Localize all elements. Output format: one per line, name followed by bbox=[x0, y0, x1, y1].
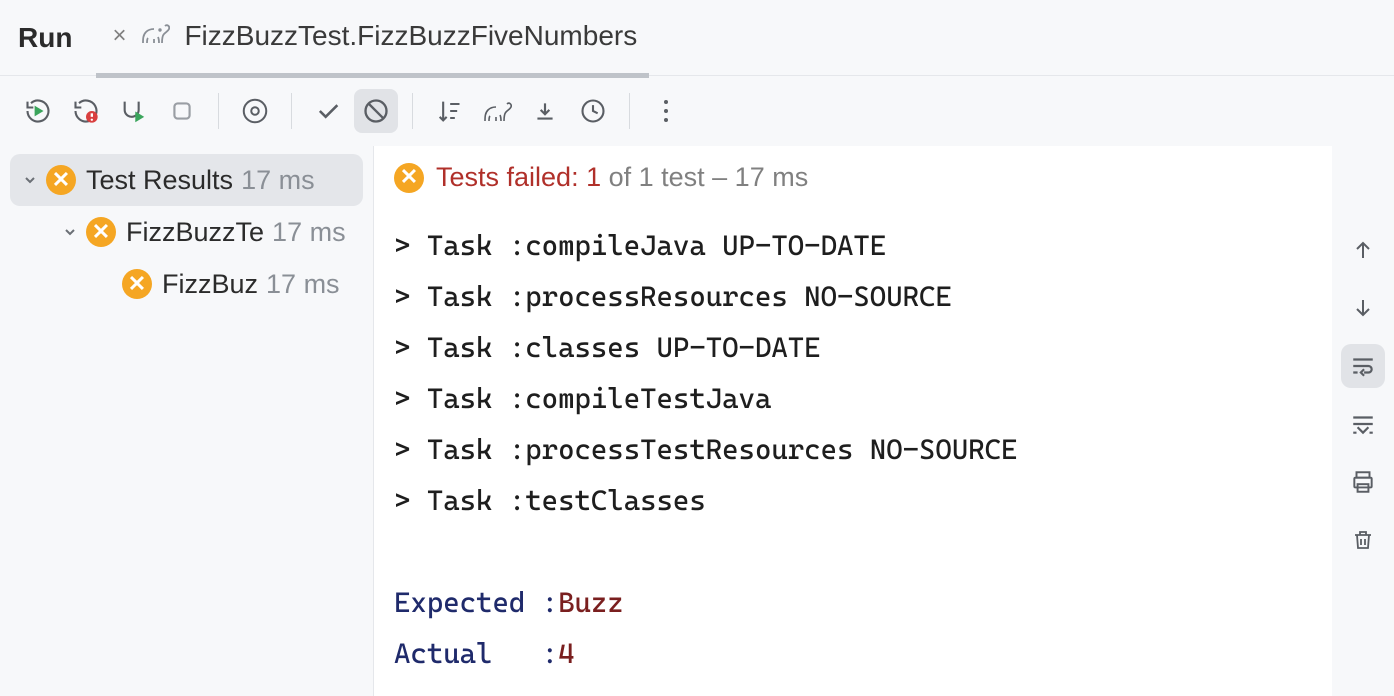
tree-root-node[interactable]: ✕ Test Results 17 ms bbox=[10, 154, 363, 206]
fail-status-icon: ✕ bbox=[46, 165, 76, 195]
test-status-line: ✕ Tests failed: 1 of 1 test – 17 ms bbox=[394, 160, 1312, 195]
tree-node-time: 17 ms bbox=[272, 217, 346, 248]
more-options-button[interactable] bbox=[644, 89, 688, 133]
main-area: ✕ Test Results 17 ms ✕ FizzBuzzTe 17 ms … bbox=[0, 146, 1394, 696]
fail-status-icon: ✕ bbox=[86, 217, 116, 247]
console-gutter bbox=[1332, 146, 1394, 696]
separator bbox=[291, 93, 292, 129]
show-ignored-tests-button[interactable] bbox=[354, 89, 398, 133]
console-line: > Task :classes UP-TO-DATE bbox=[394, 323, 1312, 374]
sort-button[interactable] bbox=[427, 89, 471, 133]
history-button[interactable] bbox=[571, 89, 615, 133]
soft-wrap-button[interactable] bbox=[1341, 344, 1385, 388]
show-passed-tests-button[interactable] bbox=[306, 89, 350, 133]
test-tree: ✕ Test Results 17 ms ✕ FizzBuzzTe 17 ms … bbox=[0, 146, 374, 696]
status-failed-text: Tests failed: 1 bbox=[436, 162, 601, 192]
scroll-to-end-button[interactable] bbox=[1341, 402, 1385, 446]
output-area: ✕ Tests failed: 1 of 1 test – 17 ms > Ta… bbox=[374, 146, 1394, 696]
gradle-settings-button[interactable] bbox=[475, 89, 519, 133]
chevron-down-icon[interactable] bbox=[56, 224, 84, 240]
separator bbox=[412, 93, 413, 129]
console-output[interactable]: ✕ Tests failed: 1 of 1 test – 17 ms > Ta… bbox=[374, 146, 1332, 696]
status-summary-text: of 1 test – 17 ms bbox=[601, 162, 808, 192]
console-line: > Task :processResources NO-SOURCE bbox=[394, 272, 1312, 323]
import-results-button[interactable] bbox=[523, 89, 567, 133]
fail-status-icon: ✕ bbox=[394, 163, 424, 193]
console-line: > Task :compileJava UP-TO-DATE bbox=[394, 221, 1312, 272]
actual-line: Actual :4 bbox=[394, 629, 1312, 680]
tree-method-node[interactable]: ✕ FizzBuz 17 ms bbox=[0, 258, 373, 310]
up-arrow-icon[interactable] bbox=[1341, 228, 1385, 272]
tree-node-label: Test Results bbox=[86, 165, 233, 196]
console-blank-line bbox=[394, 527, 1312, 578]
clear-output-button[interactable] bbox=[1341, 518, 1385, 562]
chevron-down-icon[interactable] bbox=[16, 172, 44, 188]
show-passed-button[interactable] bbox=[233, 89, 277, 133]
separator bbox=[218, 93, 219, 129]
tree-class-node[interactable]: ✕ FizzBuzzTe 17 ms bbox=[0, 206, 373, 258]
stop-button[interactable] bbox=[160, 89, 204, 133]
gradle-elephant-icon bbox=[140, 21, 170, 50]
separator bbox=[629, 93, 630, 129]
tree-node-time: 17 ms bbox=[266, 269, 340, 300]
tree-node-label: FizzBuz bbox=[162, 269, 258, 300]
tree-node-label: FizzBuzzTe bbox=[126, 217, 264, 248]
rerun-button[interactable] bbox=[16, 89, 60, 133]
run-tab[interactable]: × FizzBuzzTest.FizzBuzzFiveNumbers bbox=[112, 20, 637, 56]
tree-node-time: 17 ms bbox=[241, 165, 315, 196]
tab-title: FizzBuzzTest.FizzBuzzFiveNumbers bbox=[184, 20, 637, 52]
run-panel-label: Run bbox=[18, 22, 72, 54]
console-line: > Task :processTestResources NO-SOURCE bbox=[394, 425, 1312, 476]
print-button[interactable] bbox=[1341, 460, 1385, 504]
console-line: > Task :compileTestJava bbox=[394, 374, 1312, 425]
expected-line: Expected :Buzz bbox=[394, 578, 1312, 629]
fail-status-icon: ✕ bbox=[122, 269, 152, 299]
close-tab-icon[interactable]: × bbox=[112, 22, 126, 50]
toggle-auto-test-button[interactable] bbox=[112, 89, 156, 133]
rerun-failed-button[interactable] bbox=[64, 89, 108, 133]
toolbar bbox=[0, 76, 1394, 146]
header-bar: Run × FizzBuzzTest.FizzBuzzFiveNumbers bbox=[0, 0, 1394, 76]
console-line: > Task :testClasses bbox=[394, 476, 1312, 527]
down-arrow-icon[interactable] bbox=[1341, 286, 1385, 330]
